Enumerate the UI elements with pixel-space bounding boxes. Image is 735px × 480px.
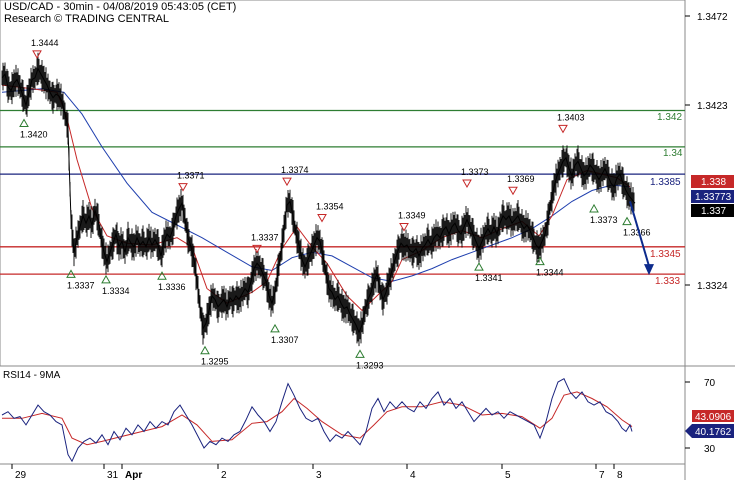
pivot-high-marker — [462, 179, 472, 188]
pivot-low-label: 1.3420 — [20, 130, 48, 140]
pivot-high-label: 1.3371 — [177, 171, 205, 181]
pivot-low-marker — [19, 118, 29, 128]
pivot-low-marker — [101, 274, 111, 284]
pivot-high-marker — [317, 213, 327, 223]
price-series-group — [1, 52, 636, 347]
pivot-high-marker — [32, 50, 42, 59]
x-tick-label: 8 — [617, 470, 623, 480]
level-label: 1.333 — [655, 276, 680, 287]
x-tick-label: 3 — [316, 470, 322, 480]
x-tick-label: 7 — [599, 470, 605, 480]
price-badge-label: 1.337 — [701, 206, 726, 217]
pivot-low-label: 1.3295 — [201, 357, 229, 367]
pivot-low-marker — [200, 345, 210, 355]
pivot-low-marker — [589, 203, 599, 213]
rsi-tick-label: 30 — [704, 444, 716, 455]
y-tick-label: 1.3324 — [697, 281, 728, 292]
rsi-badge-label: 40.1762 — [695, 427, 732, 438]
pivot-low-marker — [157, 271, 167, 280]
x-axis: 29 31 Apr 2 3 4 5 7 8 — [11, 464, 623, 480]
pivot-low-label: 1.3337 — [67, 280, 95, 290]
pivot-high-marker — [508, 186, 518, 196]
pivot-high-label: 1.3349 — [398, 211, 426, 221]
x-tick-label: 29 — [15, 470, 27, 480]
rsi-lines — [1, 378, 633, 463]
x-tick-label: 5 — [505, 470, 511, 480]
pivot-high-label: 1.3373 — [461, 167, 489, 177]
pivot-low-label: 1.3366 — [623, 228, 651, 238]
pivot-low-label: 1.3307 — [271, 335, 299, 345]
pivot-low-label: 1.3344 — [536, 268, 564, 278]
pivot-high-label: 1.3374 — [281, 165, 309, 175]
pivot-high-label: 1.3337 — [251, 232, 279, 242]
rsi-panel-title: RSI14 - 9MA — [3, 370, 61, 381]
level-label: 1.3385 — [650, 177, 681, 188]
pivot-markers: 1.3444 1.3420 1.3337 1.3334 1.3336 1.3371 1.32… — [19, 38, 651, 370]
rsi-tick-label: 70 — [704, 378, 716, 389]
x-tick-label: Apr — [125, 470, 142, 480]
pivot-low-label: 1.3334 — [102, 286, 130, 296]
rsi-badge-label: 43.0906 — [695, 412, 732, 423]
y-tick-label: 1.3472 — [697, 12, 728, 23]
price-badge-label: 1.338 — [701, 177, 726, 188]
pivot-low-label: 1.3373 — [590, 215, 618, 225]
level-label: 1.3345 — [650, 249, 681, 260]
pivot-high-label: 1.3444 — [31, 38, 59, 48]
level-label: 1.342 — [657, 112, 682, 123]
rsi-line — [1, 378, 633, 463]
x-tick-label: 4 — [410, 470, 416, 480]
pivot-low-marker — [622, 216, 632, 226]
x-tick-label: 31 — [107, 470, 119, 480]
pivot-low-label: 1.3336 — [158, 282, 186, 292]
chart-canvas: 1.34441.34201.33371.3334 1.33361.33711.32… — [0, 0, 735, 480]
price-badge-label: 1.33773 — [695, 192, 732, 203]
pivot-high-marker — [558, 124, 568, 134]
pivot-low-marker — [270, 323, 280, 333]
pivot-high-label: 1.3354 — [316, 201, 344, 211]
pivot-high-marker — [282, 177, 292, 187]
pivot-low-marker — [355, 349, 365, 358]
projection-arrow — [629, 201, 654, 276]
pivot-low-marker — [474, 262, 484, 271]
x-tick-label: 2 — [221, 470, 227, 480]
pivot-high-marker — [399, 223, 409, 232]
price-y-axis: 1.3472 1.3423 1.3324 — [685, 12, 728, 292]
pivot-low-label: 1.3341 — [475, 273, 503, 283]
pivot-high-marker — [178, 183, 188, 192]
pivot-high-label: 1.3403 — [557, 112, 585, 122]
y-tick-label: 1.3423 — [697, 101, 728, 112]
pivot-high-label: 1.3369 — [507, 174, 535, 184]
pivot-low-label: 1.3293 — [356, 360, 384, 370]
level-label: 1.34 — [663, 148, 683, 159]
